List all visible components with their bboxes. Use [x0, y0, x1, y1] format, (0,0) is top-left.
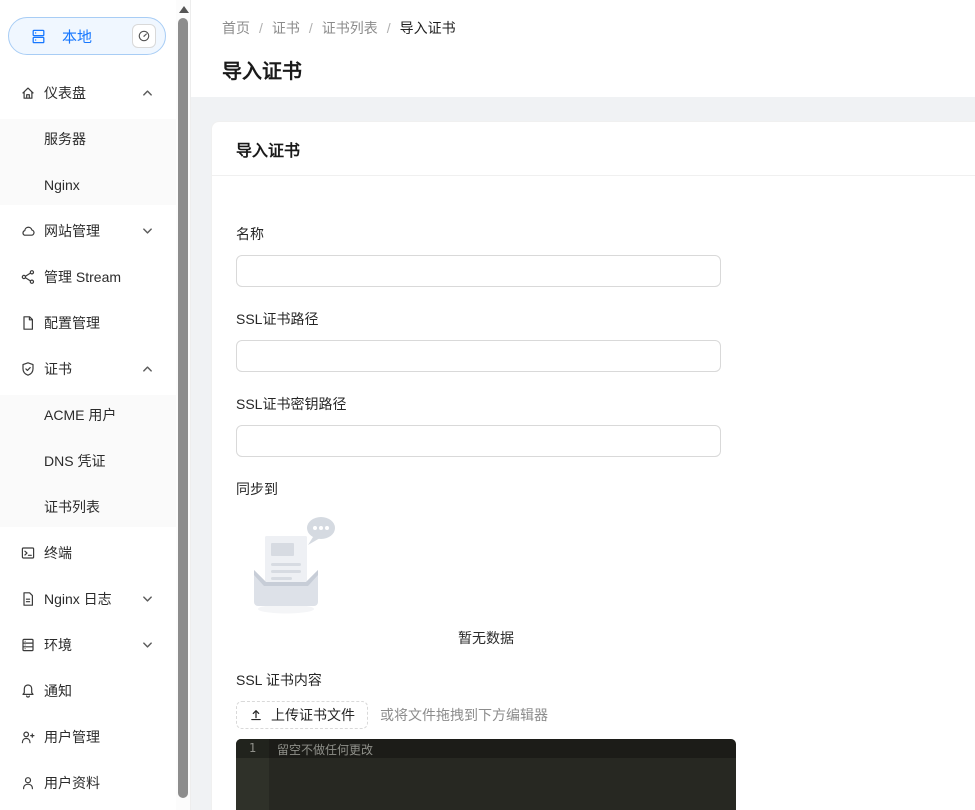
- card-title: 导入证书: [212, 122, 975, 176]
- empty-illustration-icon: [236, 512, 340, 622]
- user-icon: [20, 775, 36, 791]
- sidebar-item-dashboard[interactable]: 仪表盘: [0, 73, 176, 113]
- sidebar-item-label: 用户管理: [44, 727, 100, 747]
- breadcrumb: 首页 / 证书 / 证书列表 / 导入证书: [222, 18, 975, 38]
- sidebar-item-label: 终端: [44, 543, 72, 563]
- content-label: SSL 证书内容: [236, 670, 736, 690]
- page-header: 首页 / 证书 / 证书列表 / 导入证书 导入证书: [191, 0, 975, 97]
- sidebar-item-terminal[interactable]: 终端: [0, 533, 176, 573]
- sidebar-scrollbar[interactable]: [176, 0, 191, 810]
- scrollbar-thumb[interactable]: [178, 18, 188, 798]
- sidebar-item-label: 证书列表: [44, 497, 100, 517]
- sidebar-item-label: 管理 Stream: [44, 267, 121, 287]
- import-certificate-card: 导入证书 名称 SSL证书路径 SSL证书密钥路径 同步到: [211, 121, 975, 810]
- sidebar-item-streams[interactable]: 管理 Stream: [0, 257, 176, 297]
- sidebar-item-certificate-list[interactable]: 证书列表: [0, 487, 176, 527]
- certificate-icon: [20, 361, 36, 377]
- terminal-icon: [20, 545, 36, 561]
- breadcrumb-separator: /: [387, 20, 391, 36]
- breadcrumb-home[interactable]: 首页: [222, 18, 250, 38]
- sidebar: 本地 仪表盘 服务器 Nginx: [0, 0, 176, 810]
- sidebar-item-environments[interactable]: 环境: [0, 625, 176, 665]
- sidebar-item-label: 证书: [44, 359, 72, 379]
- bell-icon: [20, 683, 36, 699]
- name-input[interactable]: [236, 255, 721, 287]
- breadcrumb-separator: /: [309, 20, 313, 36]
- sidebar-menu: 仪表盘 服务器 Nginx 网站管理: [0, 73, 176, 803]
- form-item-name: 名称: [236, 224, 736, 287]
- sidebar-item-label: 配置管理: [44, 313, 100, 333]
- editor-line-number: 1: [236, 741, 269, 755]
- sidebar-item-config[interactable]: 配置管理: [0, 303, 176, 343]
- key-path-input[interactable]: [236, 425, 721, 457]
- breadcrumb-certificate-list[interactable]: 证书列表: [322, 18, 378, 38]
- breadcrumb-certificates[interactable]: 证书: [272, 18, 300, 38]
- sync-label: 同步到: [236, 479, 736, 499]
- dashboard-gauge-button[interactable]: [132, 24, 156, 48]
- upload-button-label: 上传证书文件: [271, 705, 355, 725]
- sidebar-item-certificates[interactable]: 证书: [0, 349, 176, 389]
- chevron-down-icon: [142, 641, 153, 649]
- upload-hint: 或将文件拖拽到下方编辑器: [380, 705, 548, 725]
- empty-state: 暂无数据: [236, 510, 736, 648]
- sidebar-item-label: 服务器: [44, 129, 86, 149]
- sidebar-item-user-management[interactable]: 用户管理: [0, 717, 176, 757]
- file-icon: [20, 315, 36, 331]
- cert-path-label: SSL证书路径: [236, 309, 736, 329]
- upload-certificate-button[interactable]: 上传证书文件: [236, 701, 368, 729]
- sidebar-item-label: 环境: [44, 635, 72, 655]
- sidebar-item-notifications[interactable]: 通知: [0, 671, 176, 711]
- chevron-down-icon: [142, 595, 153, 603]
- form-item-content: SSL 证书内容 上传证书文件 或将文件拖拽到下方编辑器: [236, 670, 736, 810]
- scrollbar-up-arrow-icon[interactable]: [179, 6, 189, 13]
- workspace-name: 本地: [62, 26, 92, 47]
- breadcrumb-current: 导入证书: [400, 18, 456, 38]
- sidebar-item-acme-users[interactable]: ACME 用户: [0, 395, 176, 435]
- dashboard-submenu: 服务器 Nginx: [0, 119, 176, 205]
- card-body: 名称 SSL证书路径 SSL证书密钥路径 同步到: [212, 176, 975, 810]
- sidebar-item-label: Nginx: [44, 177, 80, 193]
- chevron-down-icon: [142, 227, 153, 235]
- home-icon: [20, 85, 36, 101]
- user-add-icon: [20, 729, 36, 745]
- share-icon: [20, 269, 36, 285]
- sidebar-item-user-profile[interactable]: 用户资料: [0, 763, 176, 803]
- sidebar-item-sites[interactable]: 网站管理: [0, 211, 176, 251]
- upload-icon: [249, 708, 263, 722]
- cert-path-input[interactable]: [236, 340, 721, 372]
- form-item-sync: 同步到: [236, 479, 736, 648]
- name-label: 名称: [236, 224, 736, 244]
- chevron-up-icon: [142, 89, 153, 97]
- sidebar-item-nginx[interactable]: Nginx: [0, 165, 176, 205]
- form-item-cert-path: SSL证书路径: [236, 309, 736, 372]
- sidebar-item-label: 仪表盘: [44, 83, 86, 103]
- breadcrumb-separator: /: [259, 20, 263, 36]
- file-text-icon: [20, 591, 36, 607]
- sidebar-item-nginx-logs[interactable]: Nginx 日志: [0, 579, 176, 619]
- sidebar-item-dns-credentials[interactable]: DNS 凭证: [0, 441, 176, 481]
- database-icon: [20, 637, 36, 653]
- form-item-key-path: SSL证书密钥路径: [236, 394, 736, 457]
- sidebar-item-label: DNS 凭证: [44, 451, 105, 471]
- upload-row: 上传证书文件 或将文件拖拽到下方编辑器: [236, 701, 736, 729]
- certificate-content-editor[interactable]: 1 留空不做任何更改: [236, 739, 736, 810]
- content-area: 导入证书 名称 SSL证书路径 SSL证书密钥路径 同步到: [191, 97, 975, 810]
- editor-placeholder: 留空不做任何更改: [277, 741, 373, 758]
- key-path-label: SSL证书密钥路径: [236, 394, 736, 414]
- workspace-selector[interactable]: 本地: [8, 17, 166, 55]
- sidebar-item-label: 网站管理: [44, 221, 100, 241]
- sidebar-item-server[interactable]: 服务器: [0, 119, 176, 159]
- certificates-submenu: ACME 用户 DNS 凭证 证书列表: [0, 395, 176, 527]
- server-rack-icon: [30, 28, 47, 45]
- page-title: 导入证书: [222, 55, 975, 84]
- sidebar-item-label: ACME 用户: [44, 405, 116, 425]
- main-area: 首页 / 证书 / 证书列表 / 导入证书 导入证书 导入证书 名称 SSL证书…: [191, 0, 975, 810]
- chevron-up-icon: [142, 365, 153, 373]
- sidebar-item-label: 用户资料: [44, 773, 100, 793]
- cloud-icon: [20, 223, 36, 239]
- empty-text: 暂无数据: [236, 628, 736, 648]
- sidebar-item-label: Nginx 日志: [44, 589, 112, 609]
- sidebar-item-label: 通知: [44, 681, 72, 701]
